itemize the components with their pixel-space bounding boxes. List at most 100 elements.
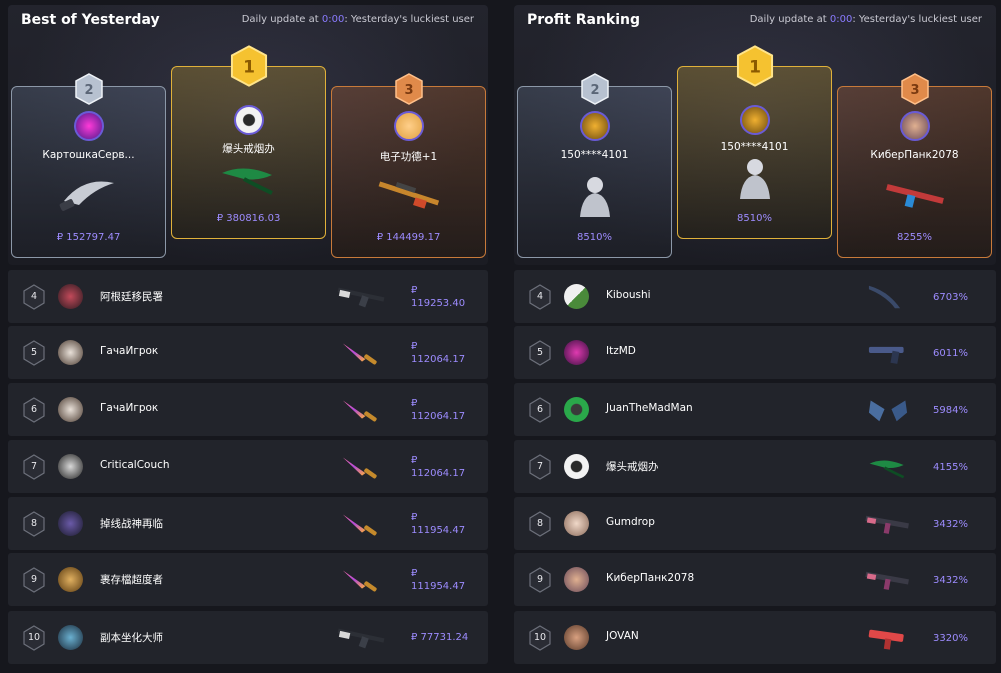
avatar	[564, 567, 589, 592]
avatar	[564, 397, 589, 422]
row-value: ₽ 111954.47	[411, 512, 466, 536]
podium-card-1[interactable]: 1 150****4101 8510%	[677, 45, 832, 239]
ranking-row[interactable]: 7 爆头戒烟办 4155%	[514, 440, 996, 493]
rank-badge: 7	[22, 454, 46, 480]
red-rifle-icon	[880, 167, 950, 225]
user-name: Kiboushi	[606, 289, 651, 301]
fade-knife-icon	[336, 563, 388, 597]
rank-badge: 9	[528, 567, 552, 593]
user-name: КартошкаСерв...	[42, 149, 135, 161]
ranking-row[interactable]: 9 КиберПанк2078 3432%	[514, 553, 996, 606]
ranking-row[interactable]: 6 ГачаИгрок ₽ 112064.17	[8, 383, 488, 436]
update-time: 0:00	[829, 14, 853, 25]
blue-knife-icon	[862, 280, 914, 314]
card-value: 8255%	[897, 232, 932, 243]
green-knife-icon	[214, 149, 284, 207]
podium-area: Profit Ranking Daily update at 0:00: Yes…	[514, 5, 996, 265]
svg-text:2: 2	[84, 83, 93, 98]
user-name: КиберПанк2078	[870, 149, 959, 161]
gold-medal-icon: 1	[736, 45, 773, 87]
podium-card-2[interactable]: 2 КартошкаСерв... ₽ 152797.47	[11, 73, 166, 258]
user-name: 副本坐化大师	[100, 632, 163, 644]
panel-title: Profit Ranking	[527, 12, 641, 28]
user-name: Gumdrop	[606, 516, 655, 528]
user-name: 掉线战神再临	[100, 518, 163, 530]
card-value: 8510%	[737, 213, 772, 224]
ranking-row[interactable]: 5 ГачаИгрок ₽ 112064.17	[8, 326, 488, 379]
agent-icon	[720, 149, 790, 207]
avatar	[58, 340, 83, 365]
card-value: ₽ 380816.03	[216, 213, 281, 224]
ranking-row[interactable]: 8 Gumdrop 3432%	[514, 497, 996, 550]
avatar	[564, 454, 589, 479]
svg-text:2: 2	[590, 83, 599, 98]
profit-ranking-panel: Profit Ranking Daily update at 0:00: Yes…	[514, 5, 996, 668]
avatar	[899, 111, 930, 141]
avatar	[393, 111, 424, 141]
avatar	[233, 105, 264, 135]
rank-badge: 10	[528, 625, 552, 651]
ranking-row[interactable]: 6 JuanTheMadMan 5984%	[514, 383, 996, 436]
ak47-icon	[336, 280, 388, 314]
card-value: 8510%	[577, 232, 612, 243]
avatar	[58, 284, 83, 309]
rank-badge: 4	[528, 284, 552, 310]
ranking-row[interactable]: 4 Kiboushi 6703%	[514, 270, 996, 323]
fade-knife-icon	[336, 450, 388, 484]
rank-badge: 9	[22, 567, 46, 593]
ak47-icon	[336, 621, 388, 655]
avatar	[58, 567, 83, 592]
bronze-medal-icon: 3	[900, 73, 929, 105]
user-name: ItzMD	[606, 345, 636, 357]
svg-text:3: 3	[404, 83, 413, 98]
user-name: ГачаИгрок	[100, 402, 159, 414]
smg-icon	[862, 507, 914, 541]
user-name: 150****4101	[560, 149, 629, 161]
avatar	[739, 105, 770, 135]
svg-text:1: 1	[749, 58, 761, 78]
gold-medal-icon: 1	[230, 45, 267, 87]
rank-badge: 8	[22, 511, 46, 537]
smg-icon	[862, 563, 914, 597]
rank-badge: 8	[528, 511, 552, 537]
bronze-medal-icon: 3	[394, 73, 423, 105]
user-name: 爆头戒烟办	[606, 461, 659, 473]
avatar	[58, 625, 83, 650]
podium-card-3[interactable]: 3 КиберПанк2078 8255%	[837, 73, 992, 258]
pistol-icon	[862, 336, 914, 370]
avatar	[564, 511, 589, 536]
update-time: 0:00	[321, 14, 345, 25]
ranking-row[interactable]: 4 阿根廷移民署 ₽ 119253.40	[8, 270, 488, 323]
knife-icon	[54, 167, 124, 225]
podium-card-1[interactable]: 1 爆头戒烟办 ₽ 380816.03	[171, 45, 326, 239]
ranking-row[interactable]: 8 掉线战神再临 ₽ 111954.47	[8, 497, 488, 550]
podium-card-2[interactable]: 2 150****4101 8510%	[517, 73, 672, 258]
podium-card-3[interactable]: 3 电子功德+1 ₽ 144499.17	[331, 73, 486, 258]
agent-icon	[560, 167, 630, 225]
podium-area: Best of Yesterday Daily update at 0:00: …	[8, 5, 488, 265]
avatar	[579, 111, 610, 141]
ranking-row[interactable]: 9 裹存檔超度者 ₽ 111954.47	[8, 553, 488, 606]
ranking-row[interactable]: 10 副本坐化大师 ₽ 77731.24	[8, 611, 488, 664]
avatar	[58, 454, 83, 479]
avatar	[564, 625, 589, 650]
fade-knife-icon	[336, 336, 388, 370]
rank-badge: 6	[22, 397, 46, 423]
row-value: 4155%	[933, 462, 968, 473]
rank-badge: 5	[22, 340, 46, 366]
svg-text:3: 3	[910, 83, 919, 98]
rank-badge: 6	[528, 397, 552, 423]
user-name: 裹存檔超度者	[100, 574, 163, 586]
avatar	[58, 397, 83, 422]
row-value: ₽ 77731.24	[411, 632, 469, 643]
ranking-row[interactable]: 5 ItzMD 6011%	[514, 326, 996, 379]
panel-subtitle: Daily update at 0:00: Yesterday's luckie…	[749, 14, 982, 25]
row-value: 6703%	[933, 292, 968, 303]
silver-medal-icon: 2	[580, 73, 609, 105]
ranking-row[interactable]: 10 JOVAN 3320%	[514, 611, 996, 664]
ranking-row[interactable]: 7 CriticalCouch ₽ 112064.17	[8, 440, 488, 493]
svg-text:1: 1	[243, 58, 255, 78]
user-name: ГачаИгрок	[100, 345, 159, 357]
best-of-yesterday-panel: Best of Yesterday Daily update at 0:00: …	[8, 5, 488, 668]
card-value: ₽ 144499.17	[376, 232, 441, 243]
